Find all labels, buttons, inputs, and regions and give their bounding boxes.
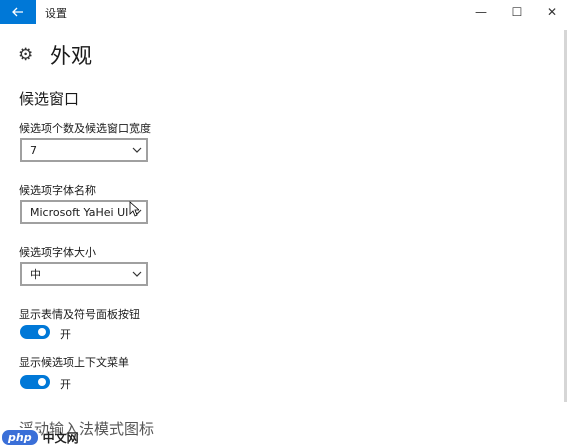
candidate-count-label: 候选项个数及候选窗口宽度 (19, 122, 151, 135)
section-title-candidate: 候选窗口 (19, 90, 80, 108)
close-button[interactable]: ✕ (535, 0, 569, 24)
minimize-button[interactable]: — (464, 0, 498, 24)
candidate-count-dropdown[interactable]: 7 (20, 138, 148, 162)
title-bar: 设置 — ☐ ✕ (0, 0, 569, 24)
page-title: 外观 (50, 44, 92, 68)
context-menu-toggle[interactable] (20, 375, 50, 389)
gear-icon: ⚙ (18, 45, 34, 65)
watermark-text: 中文网 (42, 431, 79, 445)
candidate-count-value: 7 (30, 143, 37, 157)
context-menu-toggle-state: 开 (60, 378, 71, 391)
font-size-value: 中 (30, 268, 41, 281)
scrollbar[interactable] (564, 30, 567, 402)
emoji-panel-toggle[interactable] (20, 325, 50, 339)
toggle-knob (38, 328, 46, 336)
toggle-knob (38, 378, 46, 386)
back-button[interactable] (0, 0, 36, 24)
font-name-label: 候选项字体名称 (19, 184, 96, 197)
emoji-panel-toggle-state: 开 (60, 328, 71, 341)
context-menu-label: 显示候选项上下文菜单 (19, 356, 129, 369)
emoji-panel-label: 显示表情及符号面板按钮 (19, 308, 140, 321)
font-size-label: 候选项字体大小 (19, 246, 96, 259)
font-name-value: Microsoft YaHei UI (30, 205, 129, 219)
font-size-dropdown[interactable]: 中 (20, 262, 148, 286)
back-arrow-icon (12, 7, 23, 17)
watermark: php 中文网 (0, 428, 79, 447)
page-header: ⚙ 外观 (18, 40, 92, 70)
window-title: 设置 (45, 7, 67, 20)
mouse-cursor-icon (129, 201, 139, 217)
chevron-down-icon (132, 271, 142, 277)
maximize-button[interactable]: ☐ (500, 0, 534, 24)
chevron-down-icon (132, 147, 142, 153)
watermark-logo: php (0, 428, 40, 447)
